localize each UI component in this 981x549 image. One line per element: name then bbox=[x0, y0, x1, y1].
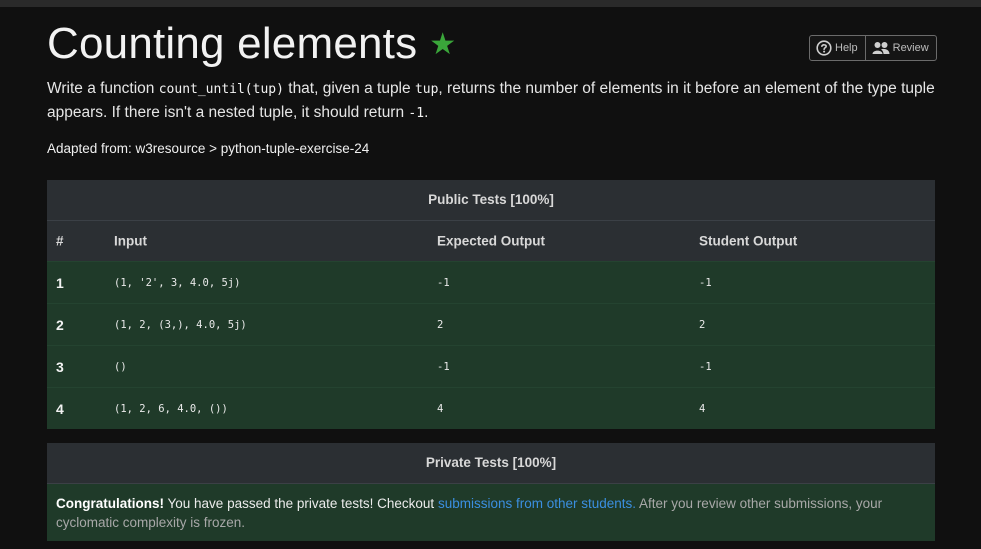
row-number: 2 bbox=[56, 316, 64, 333]
table-row: 3 () -1 -1 bbox=[47, 345, 935, 387]
help-label: Help bbox=[835, 42, 858, 54]
congrats-text: Congratulations! bbox=[56, 496, 164, 511]
row-expected: 2 bbox=[437, 318, 444, 331]
table-row: 1 (1, '2', 3, 4.0, 5j) -1 -1 bbox=[47, 261, 935, 303]
page-title: Counting elements ★ bbox=[47, 16, 456, 73]
private-tests-panel: Private Tests [100%] Congratulations! Yo… bbox=[47, 443, 935, 541]
row-input: (1, 2, (3,), 4.0, 5j) bbox=[114, 318, 247, 331]
question-circle-icon bbox=[816, 40, 832, 56]
return-value: -1 bbox=[408, 106, 425, 121]
top-bar bbox=[0, 0, 981, 7]
row-expected: -1 bbox=[437, 360, 450, 373]
description-text: . bbox=[424, 104, 429, 121]
adapted-from: Adapted from: w3resource > python-tuple-… bbox=[47, 141, 370, 156]
public-tests-header: Public Tests [100%] bbox=[47, 180, 935, 221]
help-button[interactable]: Help bbox=[809, 35, 866, 61]
column-header-student: Student Output bbox=[699, 233, 798, 249]
row-input: (1, 2, 6, 4.0, ()) bbox=[114, 402, 228, 415]
row-expected: 4 bbox=[437, 402, 444, 415]
row-input: (1, '2', 3, 4.0, 5j) bbox=[114, 276, 241, 289]
row-student: 4 bbox=[699, 402, 706, 415]
column-header-input: Input bbox=[114, 233, 147, 249]
users-icon bbox=[872, 42, 890, 54]
table-row: 2 (1, 2, (3,), 4.0, 5j) 2 2 bbox=[47, 303, 935, 345]
review-button[interactable]: Review bbox=[864, 35, 937, 61]
row-input: () bbox=[114, 360, 127, 373]
column-header-expected: Expected Output bbox=[437, 233, 546, 249]
row-number: 3 bbox=[56, 358, 64, 375]
function-signature: count_until(tup) bbox=[158, 82, 284, 97]
private-tests-message: Congratulations! You have passed the pri… bbox=[47, 484, 935, 541]
table-header: # Input Expected Output Student Output bbox=[47, 221, 935, 261]
star-icon: ★ bbox=[429, 28, 457, 61]
problem-description: Write a function count_until(tup) that, … bbox=[47, 77, 937, 125]
toolbar: Help Review bbox=[809, 35, 937, 61]
param-name: tup bbox=[414, 82, 439, 97]
row-student: -1 bbox=[699, 360, 712, 373]
column-header-number: # bbox=[56, 233, 64, 249]
row-student: 2 bbox=[699, 318, 706, 331]
public-tests-panel: Public Tests [100%] # Input Expected Out… bbox=[47, 180, 935, 429]
row-expected: -1 bbox=[437, 276, 450, 289]
row-number: 1 bbox=[56, 274, 64, 291]
row-number: 4 bbox=[56, 400, 64, 417]
description-text: that, given a tuple bbox=[283, 80, 415, 97]
row-student: -1 bbox=[699, 276, 712, 289]
review-label: Review bbox=[892, 42, 929, 54]
description-text: Write a function bbox=[47, 80, 159, 97]
page-title-text: Counting elements bbox=[47, 19, 418, 68]
passed-message: You have passed the private tests! Check… bbox=[164, 496, 438, 511]
table-row: 4 (1, 2, 6, 4.0, ()) 4 4 bbox=[47, 387, 935, 429]
private-tests-header: Private Tests [100%] bbox=[47, 443, 935, 484]
submissions-link[interactable]: submissions from other students. bbox=[438, 496, 636, 511]
